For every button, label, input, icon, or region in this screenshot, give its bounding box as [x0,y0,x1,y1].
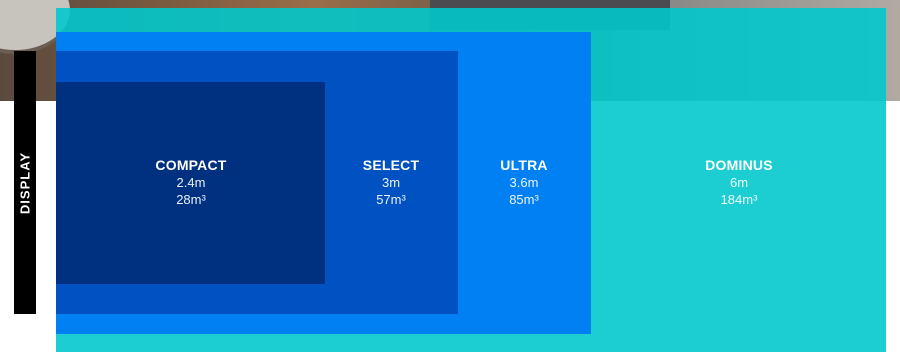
model-length: 6m [729,175,749,190]
model-volume: 85m³ [509,192,539,207]
display-size-comparison: COMPACT 2.4m 28m³ SELECT 3m 57m³ ULTRA 3… [0,0,900,352]
model-name: COMPACT [155,157,227,173]
model-name: ULTRA [500,157,548,173]
model-length: 3.6m [509,175,539,190]
model-volume: 57m³ [376,192,406,207]
select-label: SELECT 3m 57m³ [331,157,451,208]
model-length: 2.4m [176,175,206,190]
model-length: 3m [381,175,401,190]
display-side-tab[interactable]: DISPLAY [14,51,36,314]
model-volume: 28m³ [176,192,206,207]
model-volume: 184m³ [720,192,758,207]
ultra-label: ULTRA 3.6m 85m³ [464,157,584,208]
display-side-tab-label: DISPLAY [17,151,33,214]
model-name: DOMINUS [705,157,773,173]
compact-label: COMPACT 2.4m 28m³ [131,157,251,208]
dominus-label: DOMINUS 6m 184m³ [679,157,799,208]
model-name: SELECT [362,157,420,173]
